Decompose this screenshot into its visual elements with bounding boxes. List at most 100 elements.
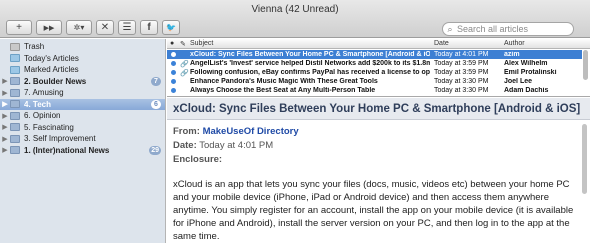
date-column-header[interactable]: Date: [434, 40, 449, 47]
delete-button[interactable]: ✕: [96, 20, 114, 35]
new-subscription-button[interactable]: +: [6, 20, 32, 35]
twitter-share-button[interactable]: 🐦: [162, 20, 180, 35]
disclosure-arrow-icon[interactable]: ▶: [0, 123, 10, 131]
disclosure-arrow-icon[interactable]: ▶: [0, 135, 10, 143]
sidebar-item-marked-articles[interactable]: Marked Articles: [0, 64, 165, 75]
unread-dot-icon[interactable]: [171, 79, 176, 84]
disclosure-arrow-icon[interactable]: ▶: [0, 89, 10, 97]
search-icon: ⌕: [447, 23, 453, 34]
enclosure-label: Enclosure:: [173, 154, 223, 165]
table-row[interactable]: xCloud: Sync Files Between Your Home PC …: [167, 50, 582, 59]
skip-unread-button[interactable]: ▶▶: [36, 20, 62, 35]
scroll-thumb[interactable]: [582, 124, 587, 194]
row-subject: AngelList's 'Invest' service helped Dist…: [190, 60, 430, 67]
sidebar-item-1-inter-national-news[interactable]: ▶ 1. (Inter)national News 29: [0, 145, 165, 156]
from-label: From:: [173, 126, 200, 137]
disclosure-arrow-icon[interactable]: ▶: [0, 112, 10, 120]
unread-column-header[interactable]: ●: [170, 40, 174, 47]
folder-icon: [10, 134, 20, 143]
folder-icon: [10, 100, 20, 108]
row-author: azim: [504, 51, 520, 58]
window-title: Vienna (42 Unread): [251, 4, 339, 15]
facebook-share-button[interactable]: f: [140, 20, 158, 35]
unread-dot-icon[interactable]: [171, 88, 176, 93]
enclosure-icon: 🔗: [180, 61, 189, 68]
sidebar-item-label: Today's Articles: [24, 53, 79, 63]
row-subject: Following confusion, eBay confirms PayPa…: [190, 69, 430, 76]
article-title[interactable]: xCloud: Sync Files Between Your Home PC …: [173, 103, 580, 115]
twitter-icon: 🐦: [166, 23, 176, 32]
row-date: Today at 3:59 PM: [434, 60, 489, 67]
unread-dot-icon[interactable]: [171, 61, 176, 66]
row-date: Today at 3:30 PM: [434, 78, 489, 85]
sidebar-item-5-fascinating[interactable]: ▶ 5. Fascinating: [0, 122, 165, 133]
row-subject: Always Choose the Best Seat at Any Multi…: [190, 87, 376, 94]
disclosure-arrow-icon[interactable]: ▶: [0, 77, 10, 85]
row-date: Today at 3:30 PM: [434, 87, 489, 94]
sidebar-item-label: Marked Articles: [24, 65, 79, 74]
article-from: From: MakeUseOf Directory: [173, 126, 299, 137]
smart-folder-icon: [10, 65, 20, 74]
unread-count-badge: 7: [151, 76, 161, 86]
row-author: Alex Wilhelm: [504, 60, 548, 67]
date-label: Date:: [173, 140, 197, 151]
table-row[interactable]: 🔗 Following confusion, eBay confirms PayP…: [167, 68, 582, 77]
skip-forward-icon: ▶▶: [43, 24, 55, 32]
layers-icon: ☰: [122, 22, 132, 33]
close-icon: ✕: [100, 22, 110, 33]
article-date: Date: Today at 4:01 PM: [173, 140, 273, 151]
folder-icon: [10, 88, 20, 97]
author-column-header[interactable]: Author: [504, 40, 525, 47]
sidebar-item-7-amusing[interactable]: ▶ 7. Amusing: [0, 87, 165, 98]
article-scrollbar[interactable]: [582, 124, 588, 239]
article-header: xCloud: Sync Files Between Your Home PC …: [167, 98, 590, 120]
article-body: xCloud is an app that lets you sync your…: [173, 179, 574, 242]
row-author: Adam Dachis: [504, 87, 549, 94]
sidebar-item-label: 5. Fascinating: [24, 122, 74, 132]
table-row[interactable]: Enhance Pandora's Music Magic With These…: [167, 77, 582, 86]
sidebar-item-6-opinion[interactable]: ▶ 6. Opinion: [0, 110, 165, 121]
article-list: ● ✎ Subject Date Author xCloud: Sync Fil…: [167, 39, 590, 97]
unread-dot-icon[interactable]: [171, 52, 176, 57]
table-row[interactable]: 🔗 AngelList's 'Invest' service helped Dis…: [167, 59, 582, 68]
sidebar-item-label: 3. Self Improvement: [24, 134, 96, 143]
plus-icon: +: [16, 22, 22, 33]
search-input[interactable]: [457, 24, 569, 34]
action-menu-button[interactable]: ✲▾: [66, 20, 92, 35]
disclosure-arrow-icon[interactable]: ▶: [0, 146, 10, 154]
sidebar-item-3-self-improvement[interactable]: ▶ 3. Self Improvement: [0, 133, 165, 144]
unread-count-badge: 6: [151, 99, 161, 109]
folder-icon: [10, 123, 20, 131]
article-enclosure: Enclosure:: [173, 154, 222, 165]
unread-dot-icon[interactable]: [171, 70, 176, 75]
layers-button[interactable]: ☰: [118, 20, 136, 35]
sidebar-item-trash[interactable]: Trash: [0, 41, 165, 52]
article-list-header: ● ✎ Subject Date Author: [167, 39, 590, 49]
row-author: Emil Protalinski: [504, 69, 557, 76]
unread-count-badge: 29: [149, 145, 161, 155]
row-subject: Enhance Pandora's Music Magic With These…: [190, 78, 378, 85]
folder-sidebar: Trash Today's Articles Marked Articles ▶ 2. …: [0, 39, 166, 243]
sidebar-item-2-boulder-news[interactable]: ▶ 2. Boulder News 7: [0, 76, 165, 87]
disclosure-arrow-icon[interactable]: ▶: [0, 100, 10, 108]
article-pane: xCloud: Sync Files Between Your Home PC …: [167, 98, 590, 243]
clip-column-header[interactable]: ✎: [180, 40, 186, 48]
sidebar-item-label: Trash: [24, 42, 45, 51]
subject-column-header[interactable]: Subject: [190, 40, 213, 47]
article-list-scrollbar[interactable]: [583, 50, 589, 94]
sidebar-item-4-tech[interactable]: ▶ 4. Tech 6: [0, 98, 165, 110]
table-row[interactable]: Always Choose the Best Seat at Any Multi…: [167, 86, 582, 95]
row-date: Today at 3:59 PM: [434, 69, 489, 76]
sidebar-item-today-s-articles[interactable]: Today's Articles: [0, 53, 165, 64]
scroll-thumb[interactable]: [583, 50, 588, 80]
facebook-icon: f: [147, 22, 151, 33]
row-subject: xCloud: Sync Files Between Your Home PC …: [190, 51, 430, 58]
row-author: Joel Lee: [504, 78, 533, 85]
smart-folder-icon: [10, 54, 20, 62]
folder-icon: [10, 77, 20, 85]
sidebar-item-label: 1. (Inter)national News: [24, 145, 110, 155]
sidebar-item-label: 6. Opinion: [24, 111, 61, 120]
gear-icon: ✲▾: [73, 23, 85, 32]
search-field[interactable]: ⌕: [442, 22, 574, 36]
source-link[interactable]: MakeUseOf Directory: [203, 126, 299, 137]
